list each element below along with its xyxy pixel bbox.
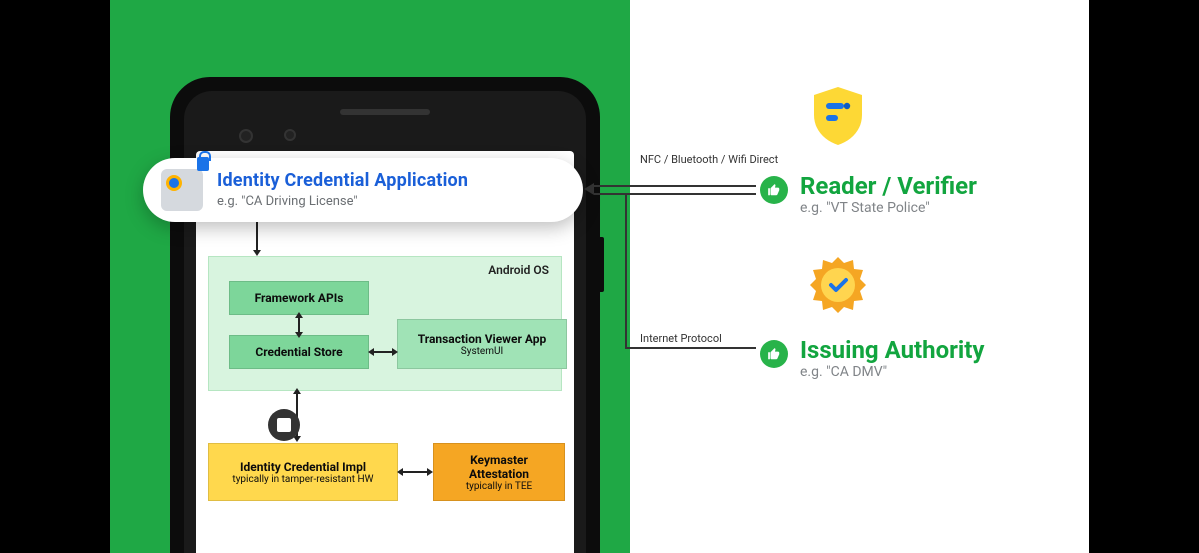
credential-store-box: Credential Store — [229, 335, 369, 369]
keymaster-subtitle: typically in TEE — [466, 481, 532, 492]
connector-issuer-label: Internet Protocol — [640, 332, 722, 346]
reader-subtitle: e.g. "VT State Police" — [800, 200, 977, 216]
pill-title: Identity Credential Application — [217, 170, 468, 192]
pill-subtitle: e.g. "CA Driving License" — [217, 194, 468, 210]
arrow-pill-to-framework — [256, 221, 258, 251]
issuer-subtitle: e.g. "CA DMV" — [800, 364, 985, 380]
pill-text: Identity Credential Application e.g. "CA… — [217, 170, 468, 209]
reader-text: Reader / Verifier e.g. "VT State Police" — [800, 172, 977, 216]
phone-camera-icon — [239, 129, 253, 143]
arrow-impl-to-keymaster — [402, 471, 428, 473]
lock-icon — [197, 157, 209, 171]
chip-icon — [268, 409, 300, 441]
transaction-viewer-title: Transaction Viewer App — [418, 332, 546, 346]
arrowhead-reader-icon — [584, 183, 594, 195]
diagram-stage: Android OS Framework APIs Credential Sto… — [0, 0, 1199, 553]
keymaster-attestation-box: Keymaster Attestation typically in TEE — [433, 443, 565, 501]
impl-title: Identity Credential Impl — [240, 460, 366, 474]
phone-speaker-icon — [340, 109, 430, 115]
arrow-framework-to-store — [298, 317, 300, 333]
keymaster-title: Keymaster Attestation — [440, 453, 558, 481]
connector-reader-top — [594, 185, 756, 187]
phone-frame: Android OS Framework APIs Credential Sto… — [170, 77, 600, 553]
connector-reader-bottom — [594, 193, 756, 195]
issuing-authority-entity: Issuing Authority e.g. "CA DMV" — [760, 336, 985, 380]
connector-issuer-horizontal — [625, 347, 756, 349]
android-os-label: Android OS — [488, 263, 549, 277]
id-card-icon — [161, 169, 203, 211]
framework-apis-box: Framework APIs — [229, 281, 369, 315]
phone-side-button-icon — [600, 237, 604, 292]
thumbs-up-icon — [760, 176, 788, 204]
letterbox-left — [0, 0, 110, 553]
android-os-area: Android OS Framework APIs Credential Sto… — [208, 256, 562, 391]
phone-sensor-icon — [284, 129, 296, 141]
impl-subtitle: typically in tamper-resistant HW — [232, 474, 373, 485]
transaction-viewer-box: Transaction Viewer App SystemUI — [397, 319, 567, 369]
letterbox-right — [1089, 0, 1199, 553]
hardware-row: Identity Credential Impl typically in ta… — [208, 411, 562, 523]
connector-reader-label: NFC / Bluetooth / Wifi Direct — [640, 153, 778, 167]
reader-title: Reader / Verifier — [800, 172, 977, 200]
arrow-store-to-viewer — [373, 351, 393, 353]
issuer-text: Issuing Authority e.g. "CA DMV" — [800, 336, 985, 380]
seal-icon — [808, 255, 868, 315]
thumbs-up-icon — [760, 340, 788, 368]
transaction-viewer-subtitle: SystemUI — [461, 346, 503, 357]
issuer-title: Issuing Authority — [800, 336, 985, 364]
connector-issuer-vertical — [625, 195, 627, 347]
nfc-label: NFC / Bluetooth / Wifi Direct — [640, 153, 778, 166]
shield-icon — [810, 85, 866, 147]
reader-verifier-entity: Reader / Verifier e.g. "VT State Police" — [760, 172, 977, 216]
identity-credential-app-pill: Identity Credential Application e.g. "CA… — [143, 158, 583, 222]
identity-credential-impl-box: Identity Credential Impl typically in ta… — [208, 443, 398, 501]
